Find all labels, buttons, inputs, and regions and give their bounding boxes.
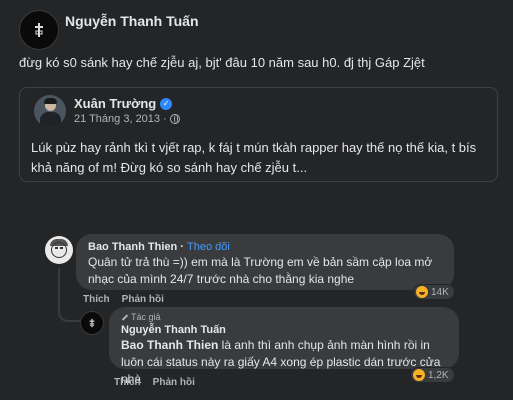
globe-icon	[169, 114, 180, 124]
shared-author: Xuân Trường ✓	[74, 96, 173, 111]
comment-actions: Thích Phản hồi	[83, 294, 164, 305]
reply-actions: Thích Phản hồi	[114, 377, 195, 388]
shared-post-text: Lúk pùz hay rảnh tkì t vjết rap, k fáj t…	[31, 140, 477, 175]
follow-link[interactable]: Theo dõi	[187, 241, 230, 253]
comment-author-line: Bao Thanh Thien · Theo dõi	[88, 241, 230, 253]
reaction-count: 14K	[431, 286, 449, 298]
shared-post-date[interactable]: 21 Tháng 3, 2013	[74, 113, 160, 125]
reply-button[interactable]: Phản hồi	[122, 294, 164, 305]
reply-author-name[interactable]: Nguyễn Thanh Tuấn	[121, 324, 447, 336]
logo-icon	[35, 23, 43, 37]
mention-link[interactable]: Bao Thanh Thien	[121, 338, 218, 352]
pen-icon	[121, 314, 128, 321]
shared-author-name[interactable]: Xuân Trường	[74, 96, 156, 111]
shared-author-avatar[interactable]	[34, 95, 66, 127]
reply-reactions[interactable]: 1,2K	[410, 367, 455, 383]
logo-icon	[89, 318, 95, 328]
verified-badge-icon: ✓	[160, 97, 173, 110]
reply-bubble: Tác giả Nguyễn Thanh Tuấn Bao Thanh Thie…	[109, 307, 459, 386]
comment-bubble: Bao Thanh Thien · Theo dõi Quân tử trả t…	[76, 234, 454, 290]
commenter-avatar[interactable]	[45, 236, 73, 264]
post-card: Nguyễn Thanh Tuấn đừg kó s0 sánk hay chế…	[0, 0, 513, 400]
reply-author-avatar[interactable]	[80, 311, 104, 335]
shared-post-card[interactable]: Xuân Trường ✓ 21 Tháng 3, 2013 · Lúk pùz…	[19, 87, 498, 182]
like-button[interactable]: Thích	[114, 377, 141, 388]
author-avatar[interactable]	[19, 10, 59, 50]
reply-button[interactable]: Phản hồi	[153, 377, 195, 388]
comment-text: Quân tử trả thù =)) em mà là Trường em v…	[88, 255, 433, 286]
comment-author-name[interactable]: Bao Thanh Thien	[88, 241, 177, 253]
shared-post-meta: 21 Tháng 3, 2013 ·	[74, 113, 180, 125]
haha-icon	[413, 369, 425, 381]
reply-thread-line	[58, 268, 80, 322]
reaction-count: 1,2K	[428, 369, 449, 381]
post-author-name[interactable]: Nguyễn Thanh Tuấn	[65, 13, 199, 29]
like-button[interactable]: Thích	[83, 294, 110, 305]
comment-reactions[interactable]: 14K	[413, 284, 455, 300]
author-tag: Tác giả	[121, 312, 447, 322]
post-text: đừg kó s0 sánk hay chế zjễu aj, bjt' đâu…	[19, 55, 425, 70]
haha-icon	[416, 286, 428, 298]
